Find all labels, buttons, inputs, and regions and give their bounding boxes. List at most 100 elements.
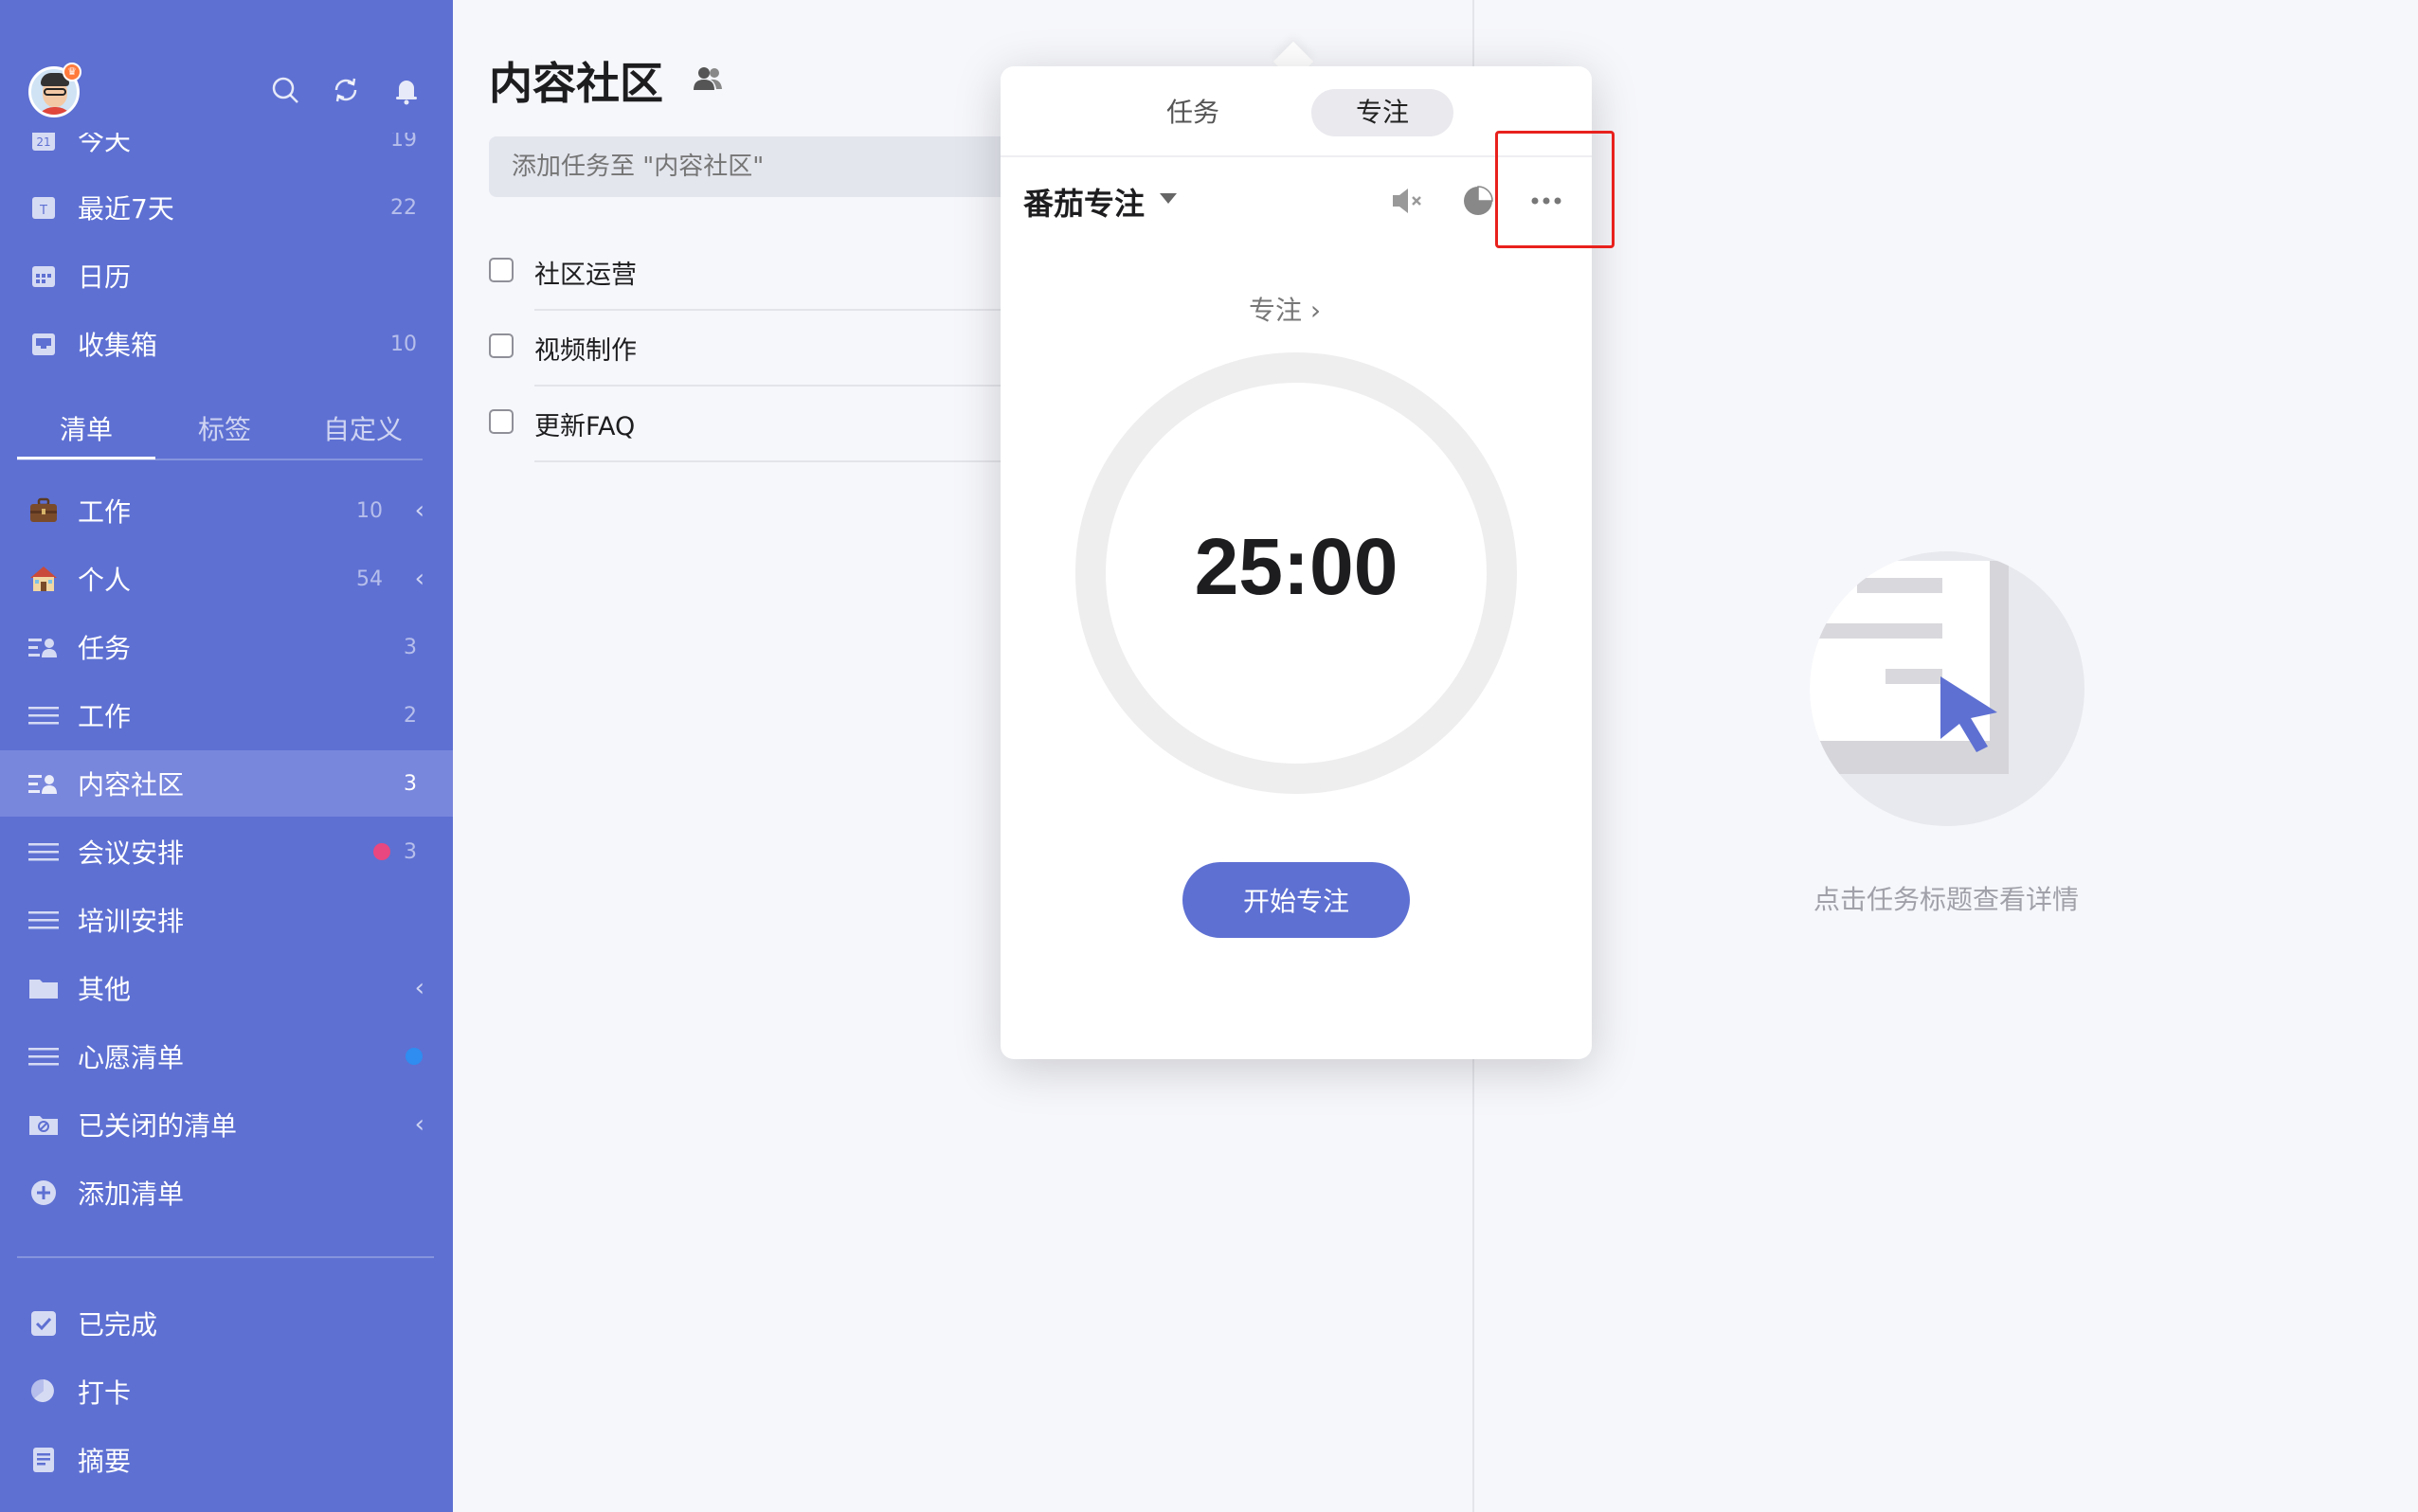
page-title: 内容社区 (489, 58, 663, 109)
sidebar-item-label: 其他 (78, 974, 132, 1005)
sidebar-item-count: 3 (404, 771, 417, 796)
sidebar-item-label: 任务 (78, 633, 132, 664)
more-options-icon[interactable] (1527, 182, 1565, 220)
popover-divider (1001, 155, 1592, 157)
sidebar-item-habit[interactable]: 打卡 (0, 1359, 453, 1425)
task-title[interactable]: 视频制作 (534, 330, 637, 367)
list-icon (28, 905, 59, 935)
tab-tags[interactable]: 标签 (155, 409, 294, 447)
task-title[interactable]: 社区运营 (534, 254, 637, 291)
list-icon (28, 700, 59, 730)
sidebar-item-training[interactable]: 培训安排 (0, 887, 453, 953)
sidebar: 21 今天 19 T 最近7天 22 日历 收集箱 10 清单 标签 自定义 工… (0, 0, 453, 1512)
sidebar-item-label: 工作 (78, 701, 132, 732)
tab-custom[interactable]: 自定义 (294, 409, 432, 447)
folder-icon (28, 973, 59, 1003)
sidebar-item-count: 3 (404, 839, 417, 864)
sidebar-item-next7days[interactable]: T 最近7天 22 (0, 174, 453, 241)
expand-chevron-icon[interactable]: ‹ (415, 1110, 424, 1139)
sidebar-item-meetings[interactable]: 会议安排 3 (0, 819, 453, 885)
sidebar-item-count: 10 (356, 498, 383, 523)
tab-focus[interactable]: 专注 (1311, 89, 1453, 136)
sync-icon[interactable] (330, 74, 362, 106)
sidebar-item-count: 2 (404, 703, 417, 728)
briefcase-emoji-icon (28, 495, 59, 526)
sidebar-item-label: 打卡 (78, 1377, 132, 1409)
sidebar-item-tasks[interactable]: 任务 3 (0, 614, 453, 680)
sidebar-item-label: 心愿清单 (78, 1042, 185, 1073)
task-checkbox[interactable] (489, 258, 514, 282)
sidebar-item-work-2[interactable]: 工作 2 (0, 682, 453, 748)
task-title[interactable]: 更新FAQ (534, 405, 635, 442)
summary-icon (28, 1445, 59, 1475)
timer-display: 25:00 (1194, 522, 1398, 611)
premium-crown-icon: ♛ (63, 63, 81, 81)
focus-record-link[interactable]: 专注 › (1249, 290, 1321, 328)
plus-circle-icon (28, 1178, 59, 1208)
tab-tasks[interactable]: 任务 (1122, 89, 1264, 136)
task-checkbox[interactable] (489, 333, 514, 358)
segmented-control: 任务 专注 (1122, 89, 1455, 136)
focus-mode-selector[interactable]: 番茄专注 (1023, 180, 1145, 224)
sidebar-item-work[interactable]: 工作 10 ‹ (0, 477, 453, 544)
task-checkbox[interactable] (489, 409, 514, 434)
list-icon (28, 837, 59, 867)
sidebar-item-label: 已完成 (78, 1309, 158, 1341)
sidebar-item-label: 摘要 (78, 1446, 132, 1477)
expand-chevron-icon[interactable]: ‹ (415, 974, 424, 1002)
expand-chevron-icon[interactable]: ‹ (415, 496, 424, 525)
sidebar-header: ♛ (0, 0, 453, 133)
sidebar-item-count: 54 (356, 567, 383, 591)
house-emoji-icon (28, 564, 59, 594)
shared-members-icon[interactable] (692, 64, 724, 93)
sidebar-item-count: 10 (390, 332, 417, 356)
sidebar-item-count: 22 (390, 195, 417, 220)
svg-text:T: T (39, 204, 47, 218)
sidebar-item-label: 培训安排 (78, 906, 185, 937)
sidebar-item-inbox[interactable]: 收集箱 10 (0, 311, 453, 377)
sidebar-tabs: 清单 标签 自定义 (17, 398, 423, 460)
start-focus-button[interactable]: 开始专注 (1182, 862, 1410, 938)
sidebar-item-summary[interactable]: 摘要 (0, 1427, 453, 1493)
closed-folder-icon (28, 1109, 59, 1140)
color-dot (406, 1048, 423, 1065)
sidebar-item-calendar[interactable]: 日历 (0, 243, 453, 309)
habit-icon (28, 1377, 59, 1407)
sidebar-item-count: 3 (404, 635, 417, 659)
empty-detail-text: 点击任务标题查看详情 (1813, 884, 2079, 915)
sidebar-item-personal[interactable]: 个人 54 ‹ (0, 546, 453, 612)
mute-sound-icon[interactable] (1389, 182, 1427, 220)
sidebar-item-wishlist[interactable]: 心愿清单 (0, 1023, 453, 1089)
sidebar-item-label: 日历 (78, 261, 132, 293)
color-dot (373, 843, 390, 860)
sidebar-item-label: 添加清单 (78, 1179, 185, 1210)
sidebar-item-other[interactable]: 其他 ‹ (0, 955, 453, 1021)
sidebar-item-add-list[interactable]: 添加清单 (0, 1160, 453, 1226)
expand-chevron-icon[interactable]: ‹ (415, 565, 424, 593)
sidebar-item-completed[interactable]: 已完成 (0, 1290, 453, 1357)
sidebar-item-closed-lists[interactable]: 已关闭的清单 ‹ (0, 1091, 453, 1158)
tab-lists[interactable]: 清单 (17, 409, 155, 447)
caret-down-icon[interactable] (1160, 193, 1177, 204)
sidebar-item-label: 内容社区 (78, 769, 185, 801)
sidebar-item-label: 最近7天 (78, 193, 174, 225)
svg-text:21: 21 (36, 135, 50, 149)
sidebar-item-label: 会议安排 (78, 837, 185, 869)
calendar-week-icon: T (28, 192, 59, 223)
sidebar-item-label: 工作 (78, 496, 132, 528)
task-detail-pane: 点击任务标题查看详情 (1474, 0, 2418, 1512)
list-icon (28, 1041, 59, 1071)
active-tab-indicator (17, 457, 155, 459)
statistics-pie-icon[interactable] (1459, 182, 1497, 220)
sidebar-divider (17, 1256, 434, 1258)
empty-detail-illustration-icon (1810, 551, 2084, 826)
sidebar-item-label: 个人 (78, 565, 132, 596)
search-icon[interactable] (269, 74, 301, 106)
shared-list-icon (28, 768, 59, 799)
sidebar-item-label: 收集箱 (78, 330, 158, 361)
bell-icon[interactable] (390, 74, 423, 106)
calendar-icon (28, 261, 59, 291)
sidebar-item-content-community[interactable]: 内容社区 3 (0, 750, 453, 817)
inbox-icon (28, 329, 59, 359)
shared-list-icon (28, 632, 59, 662)
